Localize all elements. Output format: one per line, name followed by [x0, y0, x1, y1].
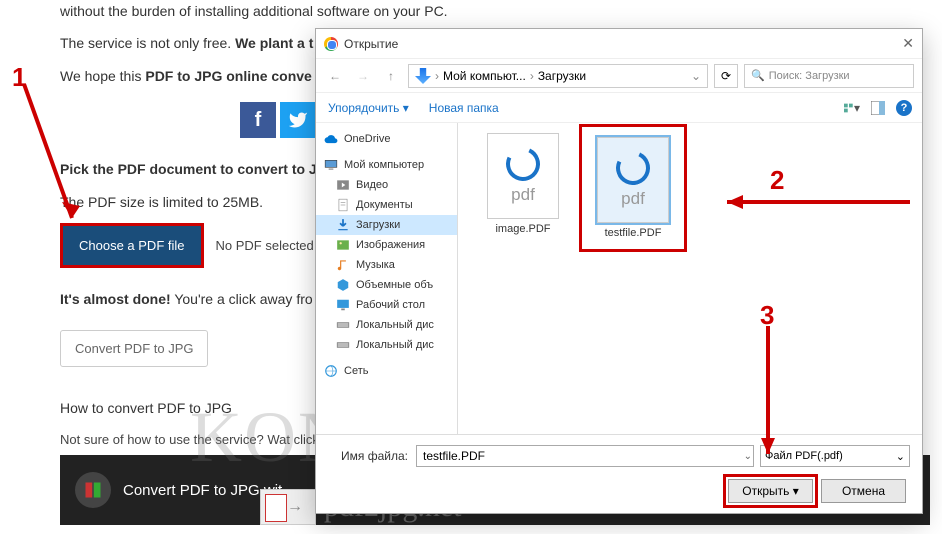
computer-icon: [324, 158, 338, 172]
down-arrow-icon: [415, 68, 431, 84]
tree-localdisk-2[interactable]: Локальный дис: [316, 335, 457, 355]
tree-pictures[interactable]: Изображения: [316, 235, 457, 255]
network-icon: [324, 364, 338, 378]
choose-pdf-button[interactable]: Choose a PDF file: [60, 223, 204, 268]
tree-documents[interactable]: Документы: [316, 195, 457, 215]
tree-network[interactable]: Сеть: [316, 361, 457, 381]
annotation-number-3: 3: [760, 300, 774, 331]
tree-videos[interactable]: Видео: [316, 175, 457, 195]
twitter-share-button[interactable]: [280, 102, 316, 138]
refresh-button[interactable]: ⟳: [714, 64, 738, 88]
intro-line-1: without the burden of installing additio…: [60, 0, 930, 22]
drive-icon: [336, 338, 350, 352]
tree-3dobjects[interactable]: Объемные объ: [316, 275, 457, 295]
tree-onedrive[interactable]: OneDrive: [316, 129, 457, 149]
new-folder-button[interactable]: Новая папка: [429, 101, 499, 115]
drive-icon: [336, 318, 350, 332]
filetype-dropdown[interactable]: Файл PDF(.pdf)⌄: [760, 445, 910, 467]
nav-up-button[interactable]: ↑: [380, 65, 402, 87]
file-image-pdf[interactable]: pdf image.PDF: [478, 133, 568, 235]
cancel-button[interactable]: Отмена: [821, 479, 906, 503]
dialog-title: Открытие: [344, 37, 398, 51]
nav-forward-button[interactable]: →: [352, 65, 374, 87]
edge-icon: [611, 146, 655, 190]
search-input[interactable]: 🔍 Поиск: Загрузки: [744, 64, 914, 88]
document-icon: [336, 198, 350, 212]
pictures-icon: [336, 238, 350, 252]
music-icon: [336, 258, 350, 272]
cube-icon: [336, 278, 350, 292]
tree-localdisk-1[interactable]: Локальный дис: [316, 315, 457, 335]
video-thumbnail: [75, 472, 111, 508]
edge-icon: [501, 142, 545, 186]
tree-desktop[interactable]: Рабочий стол: [316, 295, 457, 315]
tree-music[interactable]: Музыка: [316, 255, 457, 275]
file-list-area: pdf image.PDF pdf testfile.PDF: [458, 123, 922, 434]
annotation-number-1: 1: [12, 62, 26, 93]
facebook-share-button[interactable]: f: [240, 102, 276, 138]
file-testfile-pdf[interactable]: pdf testfile.PDF: [588, 133, 678, 243]
download-arrow-icon: [336, 218, 350, 232]
video-title: Convert PDF to JPG wit: [123, 482, 282, 499]
video-icon: [336, 178, 350, 192]
annotation-number-2: 2: [770, 165, 784, 196]
view-options-icon[interactable]: ▾: [844, 100, 860, 116]
twitter-icon: [288, 110, 308, 130]
cloud-icon: [324, 132, 338, 146]
nav-back-button[interactable]: ←: [324, 65, 346, 87]
tree-downloads[interactable]: Загрузки: [316, 215, 457, 235]
close-icon[interactable]: ✕: [902, 35, 914, 52]
filename-input[interactable]: [416, 445, 754, 467]
folder-tree: OneDrive Мой компьютер Видео Документы З…: [316, 123, 458, 434]
desktop-icon: [336, 298, 350, 312]
search-icon: 🔍: [751, 69, 765, 82]
convert-button[interactable]: Convert PDF to JPG: [60, 330, 208, 367]
open-button[interactable]: Открыть ▾: [728, 479, 813, 503]
tree-mycomputer[interactable]: Мой компьютер: [316, 155, 457, 175]
breadcrumb[interactable]: › Мой компьют... › Загрузки ⌄: [408, 64, 708, 88]
preview-pane-icon[interactable]: [870, 100, 886, 116]
organize-menu[interactable]: Упорядочить ▾: [328, 101, 409, 115]
no-file-selected-text: No PDF selected: [216, 238, 314, 253]
file-open-dialog: Открытие ✕ ← → ↑ › Мой компьют... › Загр…: [315, 28, 923, 514]
chrome-icon: [324, 37, 338, 51]
filename-label: Имя файла:: [328, 449, 408, 463]
help-icon[interactable]: ?: [896, 100, 912, 116]
